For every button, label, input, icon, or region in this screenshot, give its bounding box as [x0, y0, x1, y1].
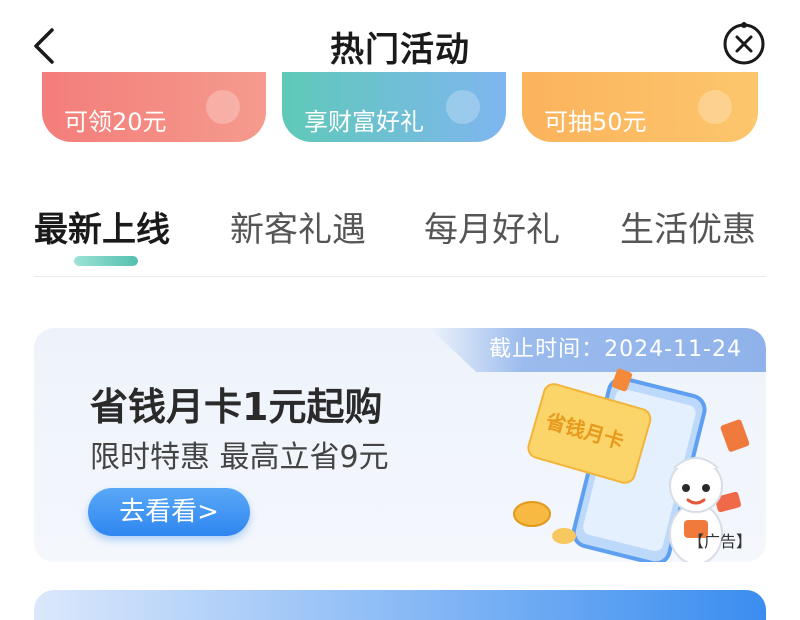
promo-subtitle: 可抽50元: [544, 108, 647, 136]
card-subtitle: 限时特惠 最高立省9元: [90, 440, 389, 475]
page-title: 热门活动: [330, 30, 470, 70]
view-button-label: 去看看>: [119, 497, 219, 527]
card-title: 省钱月卡1元起购: [90, 385, 383, 429]
active-tab-indicator: [74, 256, 138, 266]
close-button[interactable]: [722, 22, 766, 66]
tab-latest[interactable]: 最新上线: [34, 202, 170, 251]
ad-label: 【广告】: [687, 532, 752, 551]
promo-decoration: [446, 90, 480, 124]
tab-new-customer[interactable]: 新客礼遇: [230, 202, 366, 251]
promo-banner-3[interactable]: 可抽50元: [522, 72, 758, 142]
promo-subtitle: 可领20元: [64, 108, 167, 136]
promo-decoration: [206, 90, 240, 124]
promo-banner-2[interactable]: 享财富好礼: [282, 72, 506, 142]
promo-subtitle: 享财富好礼: [304, 108, 424, 136]
close-circle-icon: [723, 22, 765, 65]
promo-decoration: [698, 90, 732, 124]
divider: [34, 276, 766, 277]
activity-card[interactable]: 截止时间：2024-11-24 省钱月卡1元起购 限时特惠 最高立省9元 去看看…: [34, 328, 766, 562]
tab-monthly-gifts[interactable]: 每月好礼: [424, 202, 560, 251]
tab-life-deals[interactable]: 生活优惠: [620, 202, 756, 251]
category-tabs: 最新上线 新客礼遇 每月好礼 生活优惠: [0, 190, 800, 276]
promo-banner-1[interactable]: 可领20元: [42, 72, 266, 142]
view-button[interactable]: 去看看>: [88, 488, 250, 536]
next-activity-card[interactable]: [34, 590, 766, 620]
